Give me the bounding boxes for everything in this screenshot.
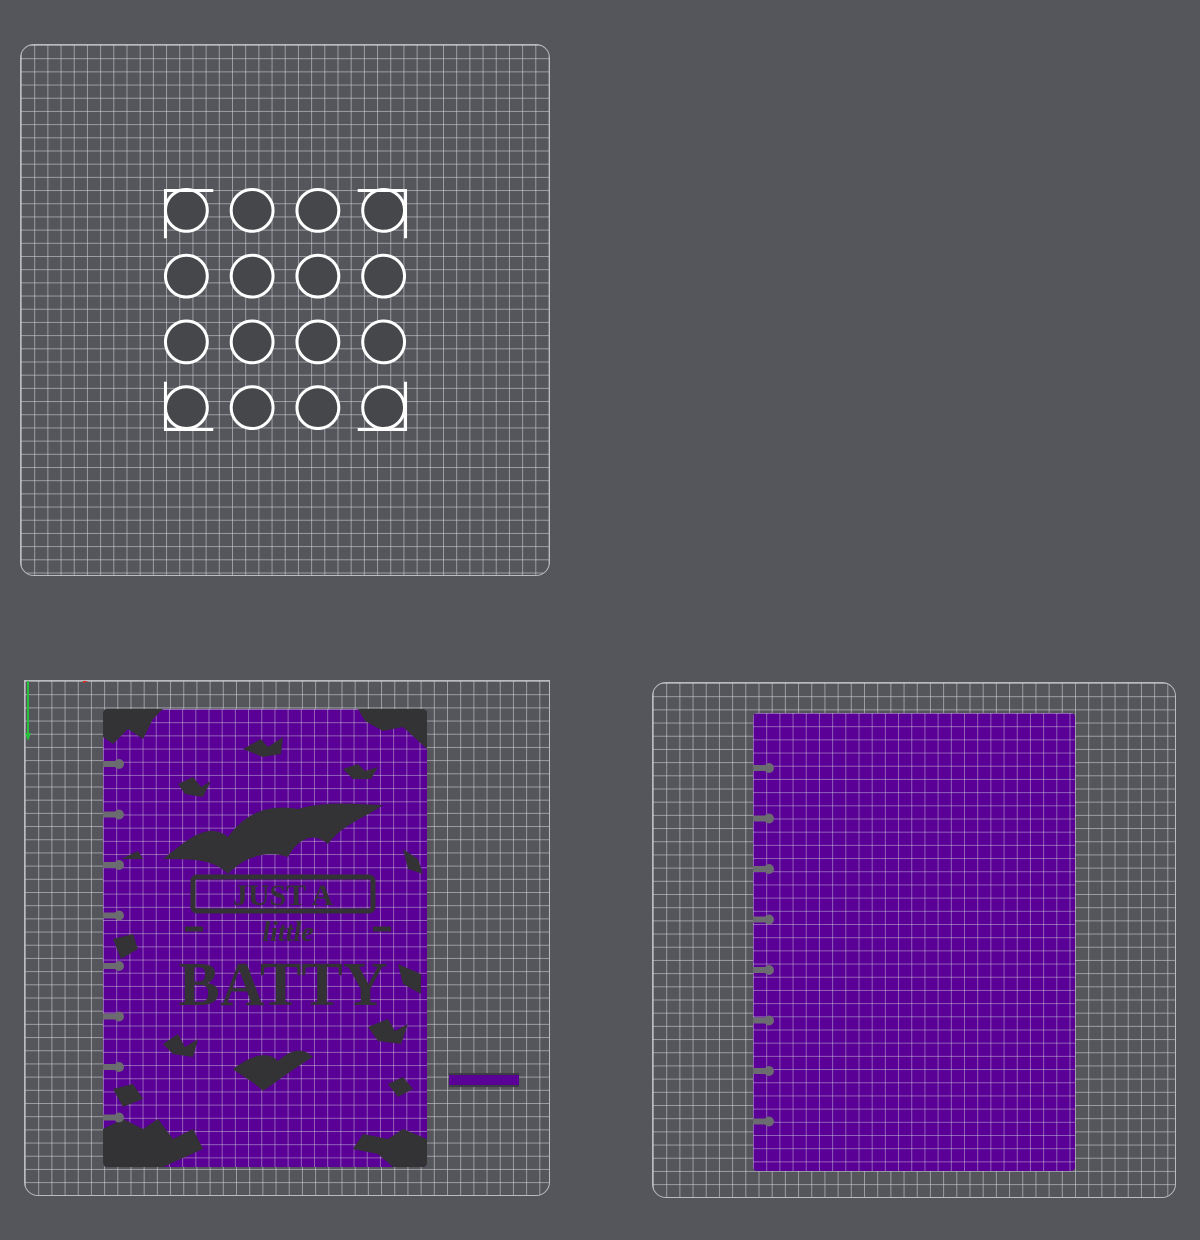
disc-notches	[753, 763, 774, 1127]
disc-notch-4	[103, 910, 124, 921]
disc-14[interactable]	[229, 385, 275, 431]
disc-15[interactable]	[295, 385, 341, 431]
disc-5[interactable]	[163, 253, 209, 299]
disc-notch-2	[103, 809, 124, 820]
disc-1[interactable]	[163, 187, 209, 233]
disc-notch-1	[753, 763, 774, 773]
disc-4[interactable]	[361, 187, 407, 233]
disc-notch-3	[103, 860, 124, 870]
notebook-cover-plain[interactable]	[753, 713, 1075, 1171]
disc-notch-5	[753, 965, 774, 975]
disc-notch-8	[103, 1112, 124, 1123]
disc-notch-4	[753, 914, 774, 925]
disc-3[interactable]	[295, 187, 341, 233]
disc-2[interactable]	[229, 187, 275, 233]
disc-16[interactable]	[361, 385, 407, 431]
disc-13[interactable]	[163, 385, 209, 431]
disc-notch-2	[753, 813, 774, 824]
disc-9[interactable]	[163, 319, 209, 365]
build-plate-2[interactable]: JUST A little BATTY	[24, 680, 550, 1196]
build-plate-3[interactable]	[652, 682, 1176, 1198]
disc-10[interactable]	[229, 319, 275, 365]
disc-notch-1	[103, 759, 124, 769]
disc-notch-8	[753, 1116, 774, 1127]
disc-7[interactable]	[295, 253, 341, 299]
disc-8[interactable]	[361, 253, 407, 299]
disc-notch-5	[103, 961, 124, 971]
disc-11[interactable]	[295, 319, 341, 365]
disc-notch-7	[753, 1066, 774, 1076]
disc-notches	[103, 759, 124, 1123]
spine-strip[interactable]	[449, 1073, 519, 1087]
disc-notch-6	[753, 1015, 774, 1026]
disc-array	[163, 187, 408, 432]
build-plate-1[interactable]	[20, 44, 550, 576]
disc-12[interactable]	[361, 319, 407, 365]
disc-6[interactable]	[229, 253, 275, 299]
disc-notch-7	[103, 1062, 124, 1072]
axis-gizmo-icon	[25, 681, 89, 741]
disc-notch-3	[753, 864, 774, 874]
disc-notch-6	[103, 1011, 124, 1022]
notebook-cover-printed[interactable]: JUST A little BATTY	[103, 709, 427, 1167]
